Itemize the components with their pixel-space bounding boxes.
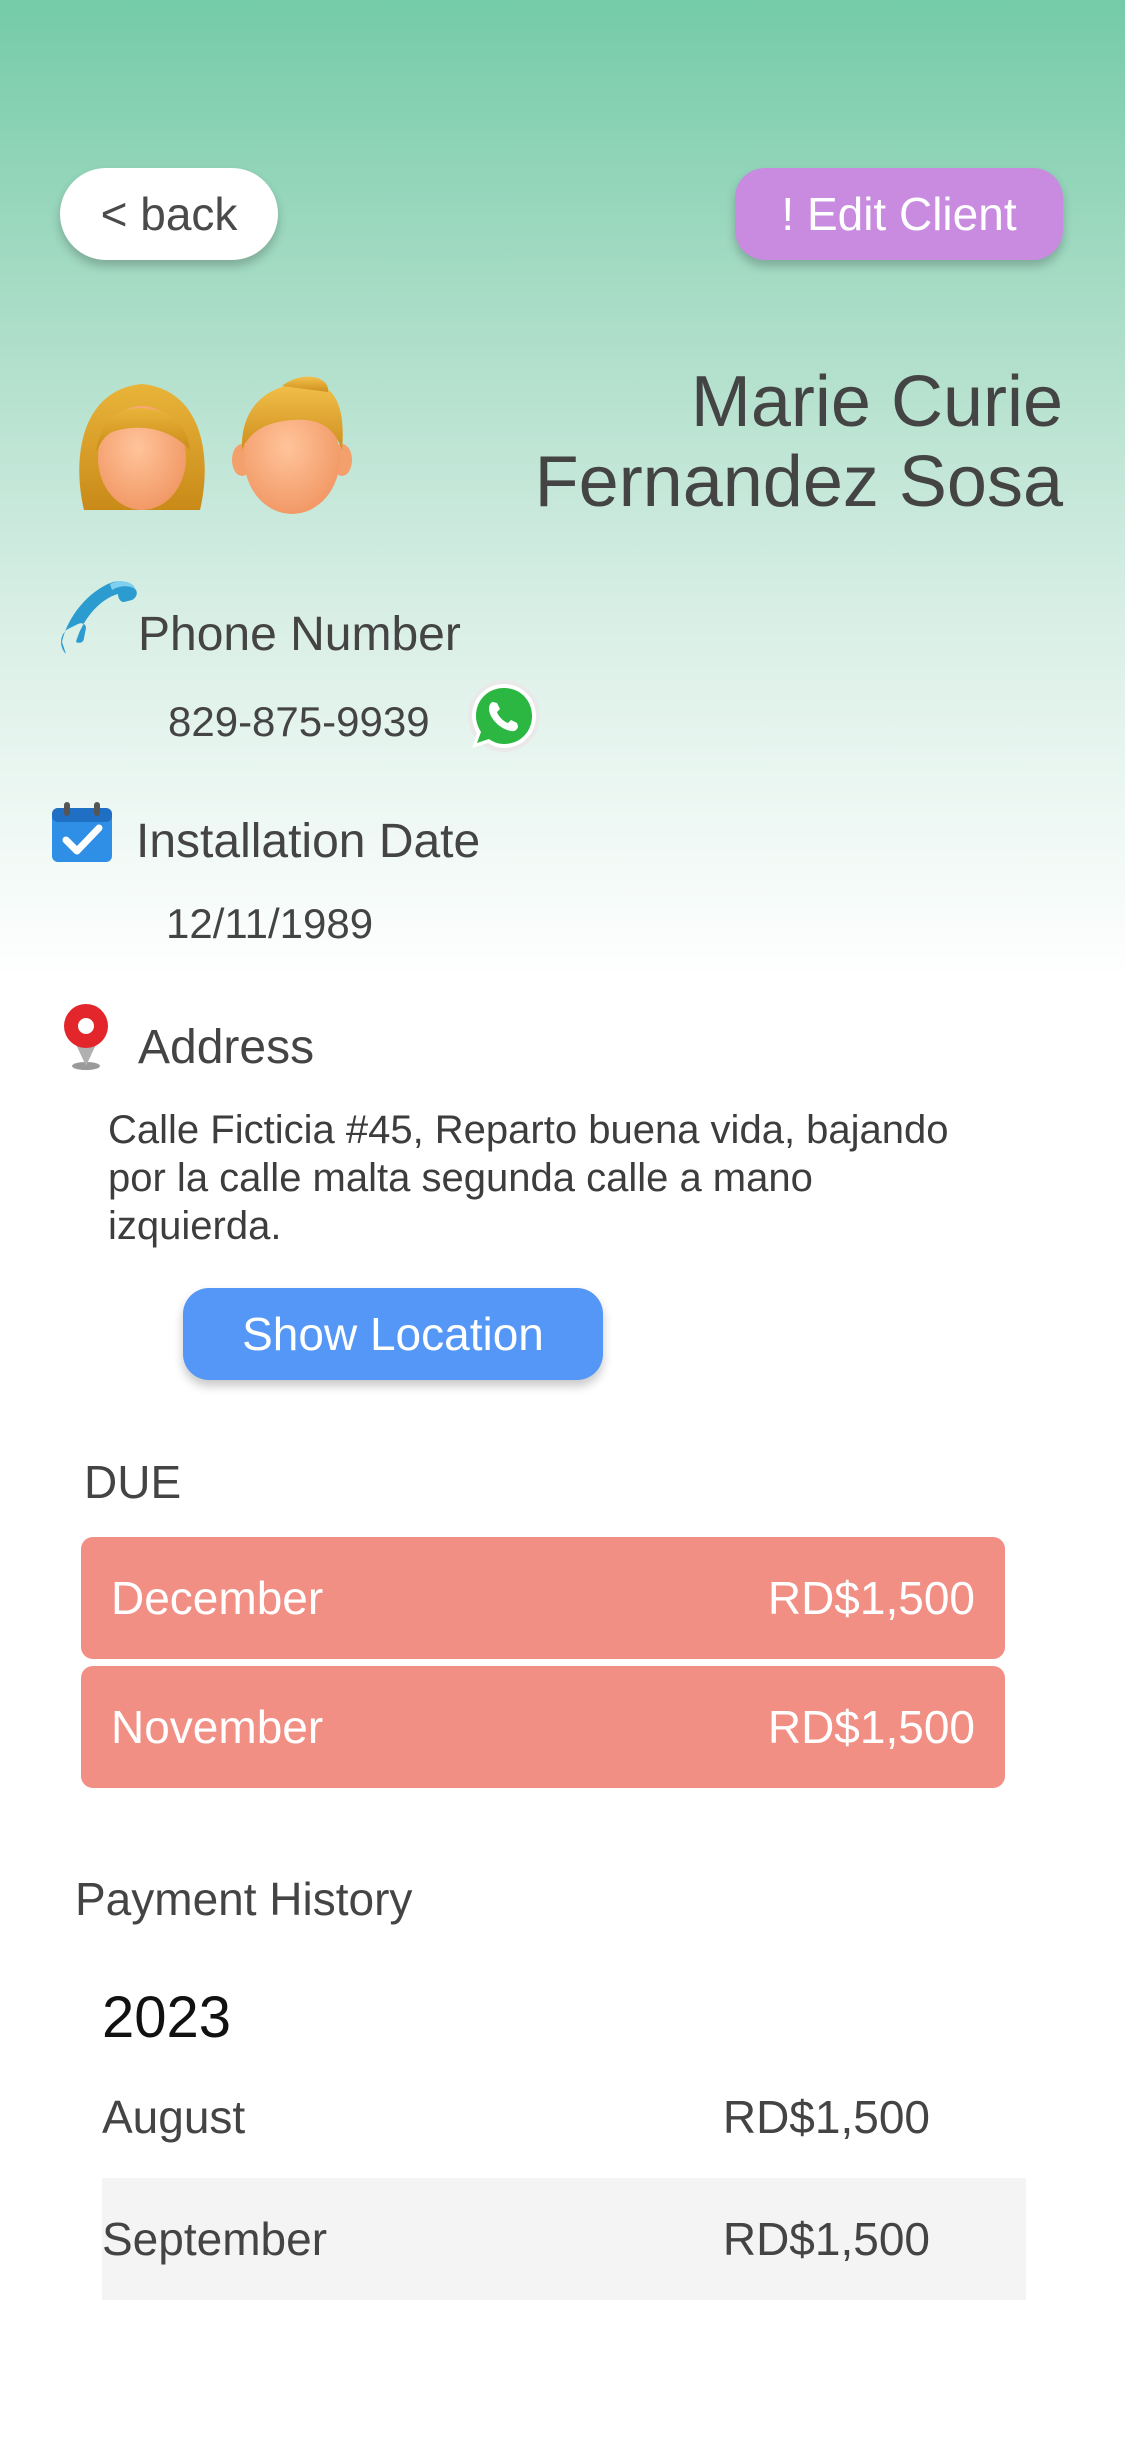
show-location-button[interactable]: Show Location [183, 1288, 603, 1380]
due-heading: DUE [84, 1456, 182, 1508]
due-amount: RD$1,500 [767, 1701, 975, 1753]
man-avatar-icon [222, 370, 362, 520]
phone-icon [52, 576, 138, 662]
phone-value[interactable]: 829-875-9939 [168, 698, 430, 746]
due-month: December [111, 1572, 324, 1624]
whatsapp-icon[interactable] [464, 676, 544, 756]
history-row: August RD$1,500 [102, 2056, 1026, 2178]
history-row: September RD$1,500 [102, 2178, 1026, 2300]
address-text: Calle Ficticia #45, Reparto buena vida, … [108, 1108, 949, 1248]
woman-avatar-icon [72, 370, 212, 520]
back-button[interactable]: < back [60, 168, 278, 260]
client-detail-page: < back ! Edit Client Marie Curie Fernand… [0, 0, 1125, 2460]
client-name-line2: Fernandez Sosa [534, 442, 1063, 522]
client-name-line1: Marie Curie [690, 362, 1063, 442]
phone-label: Phone Number [138, 608, 461, 661]
address-label: Address [138, 1021, 315, 1074]
history-month: August [102, 2091, 246, 2143]
edit-client-button[interactable]: ! Edit Client [735, 168, 1063, 260]
calendar-check-icon [50, 800, 114, 864]
payment-history-heading: Payment History [75, 1873, 413, 1925]
history-month: September [102, 2213, 328, 2265]
history-year: 2023 [102, 1985, 232, 2050]
history-amount: RD$1,500 [722, 2213, 930, 2265]
due-month: November [111, 1701, 324, 1753]
installation-date-value: 12/11/1989 [166, 900, 374, 947]
client-name: Marie Curie Fernandez Sosa [503, 362, 1063, 522]
installation-date-label: Installation Date [136, 815, 481, 868]
due-row[interactable]: November RD$1,500 [81, 1666, 1005, 1788]
due-amount: RD$1,500 [767, 1572, 975, 1624]
due-row[interactable]: December RD$1,500 [81, 1537, 1005, 1659]
map-pin-icon [54, 1000, 118, 1072]
history-amount: RD$1,500 [722, 2091, 930, 2143]
